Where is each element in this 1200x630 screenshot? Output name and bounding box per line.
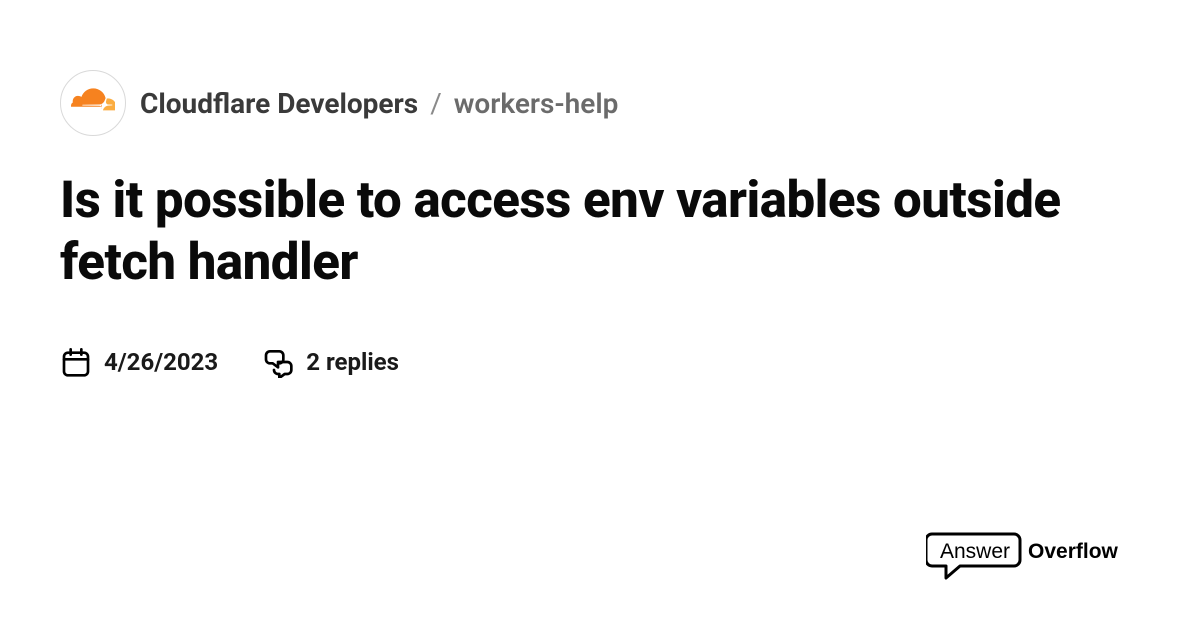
- channel-name: workers-help: [454, 87, 619, 120]
- post-date: 4/26/2023: [60, 346, 218, 378]
- replies-icon: [262, 346, 294, 378]
- svg-text:Answer: Answer: [940, 540, 1010, 563]
- answeroverflow-logo: Answer Overflow: [926, 526, 1150, 586]
- svg-text:Overflow: Overflow: [1028, 540, 1119, 563]
- post-replies: 2 replies: [262, 346, 399, 378]
- post-title: Is it possible to access env variables o…: [60, 170, 1120, 294]
- calendar-icon: [60, 346, 92, 378]
- post-meta: 4/26/2023 2 replies: [60, 346, 1140, 378]
- replies-text: 2 replies: [306, 348, 399, 376]
- date-text: 4/26/2023: [104, 348, 218, 376]
- cloudflare-icon: [71, 88, 115, 118]
- breadcrumb: Cloudflare Developers / workers-help: [60, 70, 1140, 136]
- community-name: Cloudflare Developers: [140, 87, 418, 120]
- community-avatar: [60, 70, 126, 136]
- breadcrumb-separator: /: [430, 87, 442, 120]
